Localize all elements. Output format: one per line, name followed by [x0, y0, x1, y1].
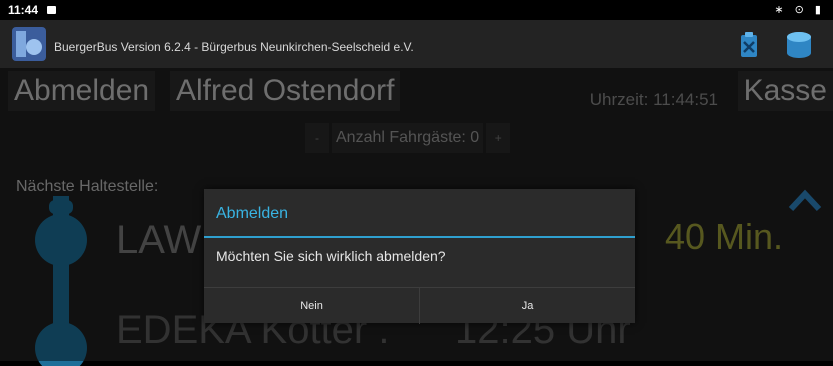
logout-dialog: Abmelden Möchten Sie sich wirklich abmel…	[204, 189, 635, 324]
app-logo-icon	[12, 27, 46, 61]
status-bar: 11:44 ∗ ⊙ ▮	[0, 0, 833, 20]
status-icons: ∗ ⊙ ▮	[774, 4, 825, 16]
app-title: BuergerBus Version 6.2.4 - Bürgerbus Neu…	[54, 40, 414, 54]
clipboard-icon[interactable]	[733, 29, 765, 61]
notification-icon	[47, 6, 56, 14]
database-icon[interactable]	[783, 29, 815, 61]
app-bar: BuergerBus Version 6.2.4 - Bürgerbus Neu…	[0, 20, 833, 68]
dialog-divider	[204, 236, 635, 238]
dialog-message: Möchten Sie sich wirklich abmelden?	[216, 248, 446, 264]
status-time: 11:44	[8, 3, 39, 17]
app-actions	[733, 29, 823, 61]
dialog-buttons: Nein Ja	[204, 287, 635, 324]
dialog-title: Abmelden	[216, 205, 289, 222]
yes-button[interactable]: Ja	[420, 288, 635, 324]
no-button[interactable]: Nein	[204, 288, 420, 324]
